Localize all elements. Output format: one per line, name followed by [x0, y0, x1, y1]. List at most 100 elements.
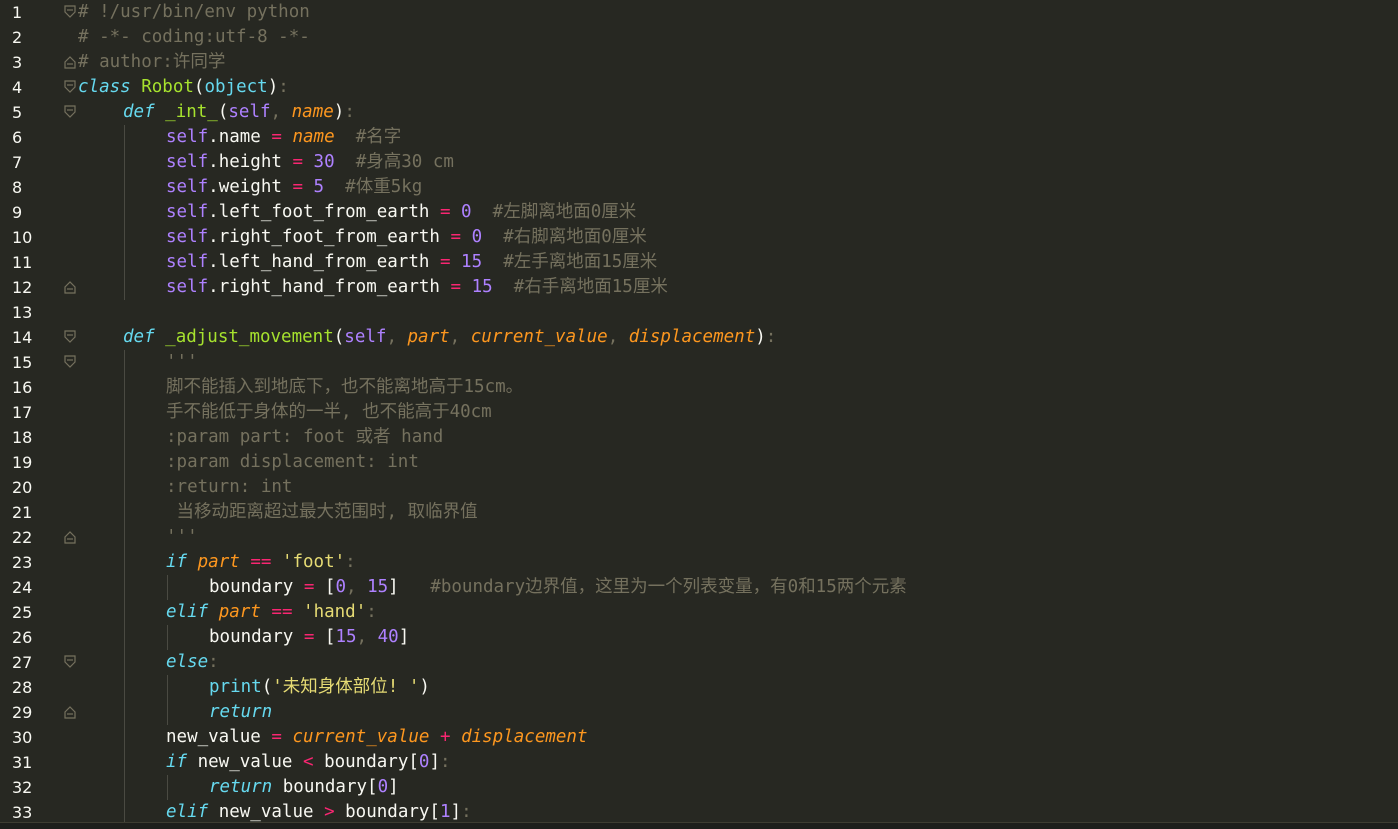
code-text: :param displacement: int [166, 450, 419, 475]
indent-guide [167, 575, 168, 600]
code-line[interactable]: 18:param part: foot 或者 hand [0, 425, 1398, 450]
fold-open-icon[interactable] [64, 655, 76, 669]
code-text: class Robot(object): [78, 75, 289, 100]
fold-open-icon[interactable] [64, 80, 76, 94]
code-line[interactable]: 24 boundary = [0, 15] #boundary边界值，这里为一个列… [0, 575, 1398, 600]
code-token: ) [333, 102, 345, 122]
code-token: self [166, 252, 209, 272]
code-line[interactable]: 5 def _int_(self, name): [0, 100, 1398, 125]
code-token: = [303, 577, 315, 597]
code-token: self [344, 327, 387, 347]
code-line[interactable]: 3 # author:许同学 [0, 50, 1398, 75]
code-line[interactable]: 12 self.right_hand_from_earth = 15 #右手离地面… [0, 275, 1398, 300]
code-line[interactable]: 9 self.left_foot_from_earth = 0 #左脚离地面0厘米 [0, 200, 1398, 225]
fold-open-icon[interactable] [64, 105, 76, 119]
code-text: return boundary[0] [209, 775, 399, 800]
code-token: :return: int [166, 477, 293, 497]
code-token: current_value [470, 327, 608, 347]
code-token: print [209, 677, 262, 697]
code-token: 手不能低于身体的一半, 也不能高于40cm [166, 402, 492, 422]
code-token: , [386, 327, 408, 347]
code-token: object [204, 77, 268, 97]
code-token: .right_foot_from_earth [208, 227, 451, 247]
code-line[interactable]: 17 手不能低于身体的一半, 也不能高于40cm [0, 400, 1398, 425]
code-line[interactable]: 23 if part == 'foot': [0, 550, 1398, 575]
code-line[interactable]: 29 return [0, 700, 1398, 725]
code-line[interactable]: 10 self.right_foot_from_earth = 0 #右脚离地面0… [0, 225, 1398, 250]
fold-end-icon [64, 706, 76, 719]
line-number: 5 [12, 103, 23, 122]
code-line[interactable]: 22 ''' [0, 525, 1398, 550]
code-line[interactable]: 8 self.weight = 5 #体重5kg [0, 175, 1398, 200]
line-number: 21 [12, 503, 33, 522]
code-line[interactable]: 4 class Robot(object): [0, 75, 1398, 100]
line-number: 9 [12, 203, 23, 222]
code-token: 0 [461, 202, 472, 222]
code-line[interactable]: 1 # !/usr/bin/env python [0, 0, 1398, 25]
code-token: current_value [292, 727, 430, 747]
code-token: = [450, 277, 462, 297]
code-text: new_value = current_value + displacement [166, 725, 588, 750]
code-line[interactable]: 28 print('未知身体部位! ') [0, 675, 1398, 700]
code-line[interactable]: 11 self.left_hand_from_earth = 15 #左手离地面1… [0, 250, 1398, 275]
code-line[interactable]: 13 [0, 300, 1398, 325]
code-token: = [271, 127, 282, 147]
code-token: + [439, 727, 451, 747]
code-token: boundary[ [313, 752, 419, 772]
code-line[interactable]: 14 def _adjust_movement(self, part, curre… [0, 325, 1398, 350]
code-token: displacement [628, 327, 756, 347]
code-text: elif new_value > boundary[1]: [166, 800, 472, 822]
code-line[interactable]: 15 ''' [0, 350, 1398, 375]
code-token: def [123, 327, 155, 347]
code-line[interactable]: 26 boundary = [15, 40] [0, 625, 1398, 650]
code-text: return [209, 700, 272, 725]
code-token: self [166, 152, 209, 172]
code-token: # -*- coding:utf-8 -*- [78, 27, 310, 47]
code-line[interactable]: 27 else: [0, 650, 1398, 675]
code-line[interactable]: 33 elif new_value > boundary[1]: [0, 800, 1398, 822]
code-line[interactable]: 32 return boundary[0] [0, 775, 1398, 800]
code-line[interactable]: 25 elif part == 'hand': [0, 600, 1398, 625]
code-token: .left_hand_from_earth [208, 252, 440, 272]
indent-guide [124, 125, 125, 300]
code-token: 0 [377, 777, 389, 797]
code-text: :return: int [166, 475, 292, 500]
code-token: ) [419, 677, 430, 697]
code-line[interactable]: 6 self.name = name #名字 [0, 125, 1398, 150]
code-text: 手不能低于身体的一半, 也不能高于40cm [166, 400, 492, 425]
code-token: ] [429, 752, 440, 772]
line-number: 2 [12, 28, 23, 47]
line-number: 16 [12, 378, 33, 397]
code-line[interactable]: 31 if new_value < boundary[0]: [0, 750, 1398, 775]
code-token: 15 [471, 277, 493, 297]
code-token: part [407, 327, 450, 347]
code-line[interactable]: 20:return: int [0, 475, 1398, 500]
code-token: ] [398, 627, 410, 647]
code-token: = [271, 727, 282, 747]
code-line[interactable]: 2 # -*- coding:utf-8 -*- [0, 25, 1398, 50]
code-token: : [344, 102, 355, 122]
code-token: :param part: foot 或者 hand [166, 427, 444, 447]
code-line[interactable]: 19:param displacement: int [0, 450, 1398, 475]
code-token: if [166, 752, 188, 772]
fold-open-icon[interactable] [64, 330, 76, 344]
fold-open-icon[interactable] [64, 5, 76, 19]
code-token: : [765, 327, 777, 347]
fold-open-icon[interactable] [64, 355, 76, 369]
code-token: [ [314, 627, 336, 647]
code-line[interactable]: 30 new_value = current_value + displaceme… [0, 725, 1398, 750]
code-token: = [292, 152, 303, 172]
code-line[interactable]: 21 当移动距离超过最大范围时, 取临界值 [0, 500, 1398, 525]
code-token: : [208, 652, 219, 672]
indent-guide [124, 350, 125, 822]
code-line[interactable]: 7 self.height = 30 #身高30 cm [0, 150, 1398, 175]
code-token: self [228, 102, 271, 122]
code-editor[interactable]: 1 # !/usr/bin/env python 2 # -*- coding:utf… [0, 0, 1398, 822]
code-line[interactable]: 16 脚不能插入到地底下，也不能离地高于15cm。 [0, 375, 1398, 400]
